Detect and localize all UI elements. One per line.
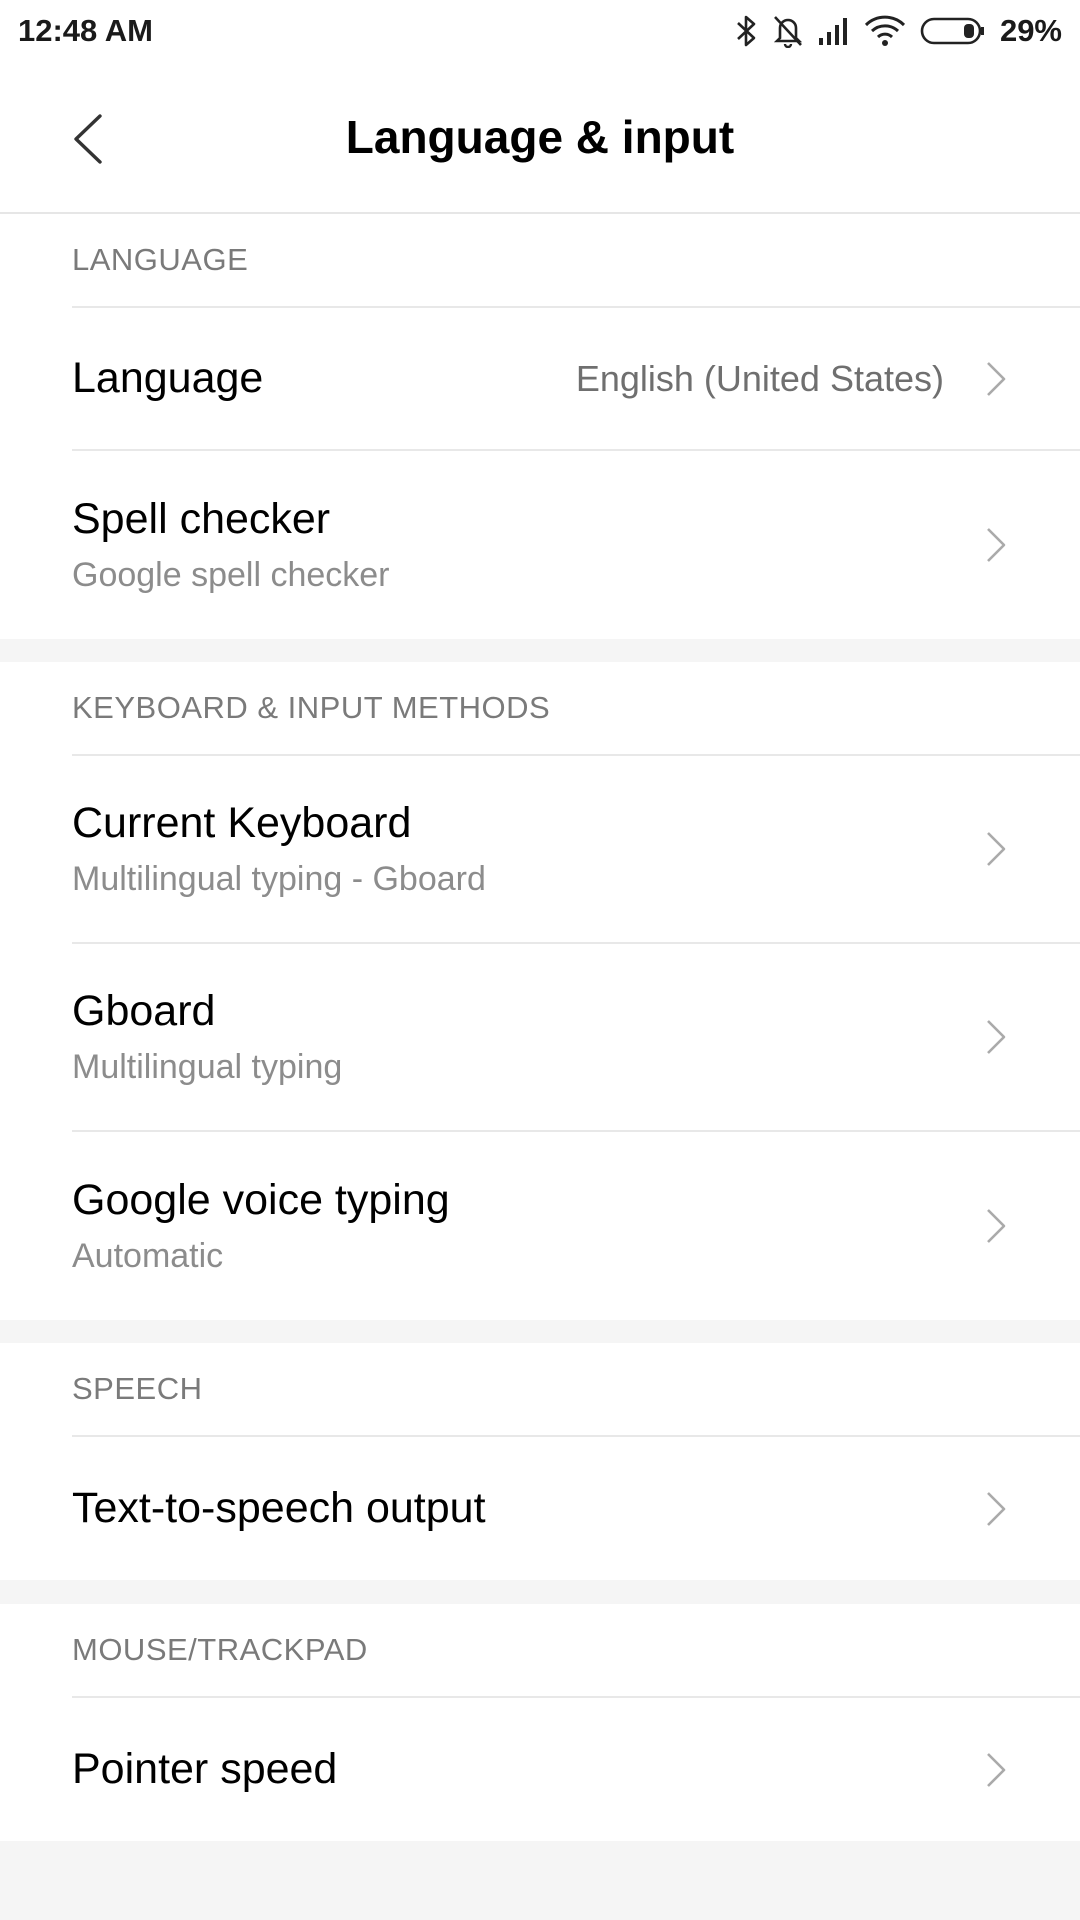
row-title: Google voice typing	[72, 1176, 450, 1224]
language-section: LANGUAGE Language English (United States…	[0, 214, 1080, 639]
wifi-icon	[864, 15, 906, 47]
tts-row[interactable]: Text-to-speech output	[72, 1437, 1080, 1580]
battery-percentage: 29%	[999, 13, 1062, 48]
chevron-right-icon	[987, 1752, 1006, 1787]
row-subtitle: Google spell checker	[72, 556, 390, 594]
status-time: 12:48 AM	[18, 13, 153, 48]
bluetooth-icon	[736, 14, 758, 48]
chevron-right-icon	[987, 1209, 1006, 1243]
status-bar: 12:48 AM 29%	[0, 0, 1080, 62]
language-value: English (United States)	[575, 357, 944, 399]
battery-icon	[920, 16, 986, 46]
row-title: Current Keyboard	[72, 799, 412, 847]
app-header: Language & input	[0, 62, 1080, 214]
page-title: Language & input	[345, 111, 735, 163]
chevron-right-icon	[987, 361, 1006, 396]
keyboard-section: KEYBOARD & INPUT METHODS Current Keyboar…	[0, 662, 1080, 1320]
section-header-keyboard: KEYBOARD & INPUT METHODS	[72, 662, 1080, 756]
row-title: Text-to-speech output	[72, 1484, 486, 1532]
chevron-right-icon	[987, 832, 1006, 866]
row-title: Gboard	[72, 987, 216, 1035]
row-subtitle: Multilingual typing - Gboard	[72, 860, 486, 898]
chevron-right-icon	[987, 1491, 1006, 1526]
section-header-speech: SPEECH	[72, 1343, 1080, 1437]
chevron-right-icon	[987, 528, 1006, 562]
speech-section: SPEECH Text-to-speech output	[0, 1343, 1080, 1580]
chevron-right-icon	[987, 1020, 1006, 1054]
row-title: Language	[72, 354, 264, 402]
section-header-mouse: MOUSE/TRACKPAD	[72, 1604, 1080, 1698]
section-header-language: LANGUAGE	[72, 214, 1080, 308]
gboard-row[interactable]: Gboard Multilingual typing	[72, 944, 1080, 1132]
mouse-section: MOUSE/TRACKPAD Pointer speed	[0, 1604, 1080, 1841]
signal-icon	[818, 16, 850, 46]
status-icons: 29%	[736, 13, 1062, 49]
row-subtitle: Automatic	[72, 1237, 224, 1275]
row-title: Pointer speed	[72, 1745, 338, 1793]
bell-off-icon	[772, 14, 804, 48]
row-title: Spell checker	[72, 495, 331, 543]
current-keyboard-row[interactable]: Current Keyboard Multilingual typing - G…	[72, 756, 1080, 944]
spell-checker-row[interactable]: Spell checker Google spell checker	[72, 451, 1080, 639]
pointer-speed-row[interactable]: Pointer speed	[72, 1698, 1080, 1841]
voice-typing-row[interactable]: Google voice typing Automatic	[72, 1132, 1080, 1320]
language-row[interactable]: Language English (United States)	[72, 308, 1080, 451]
row-subtitle: Multilingual typing	[72, 1048, 343, 1086]
